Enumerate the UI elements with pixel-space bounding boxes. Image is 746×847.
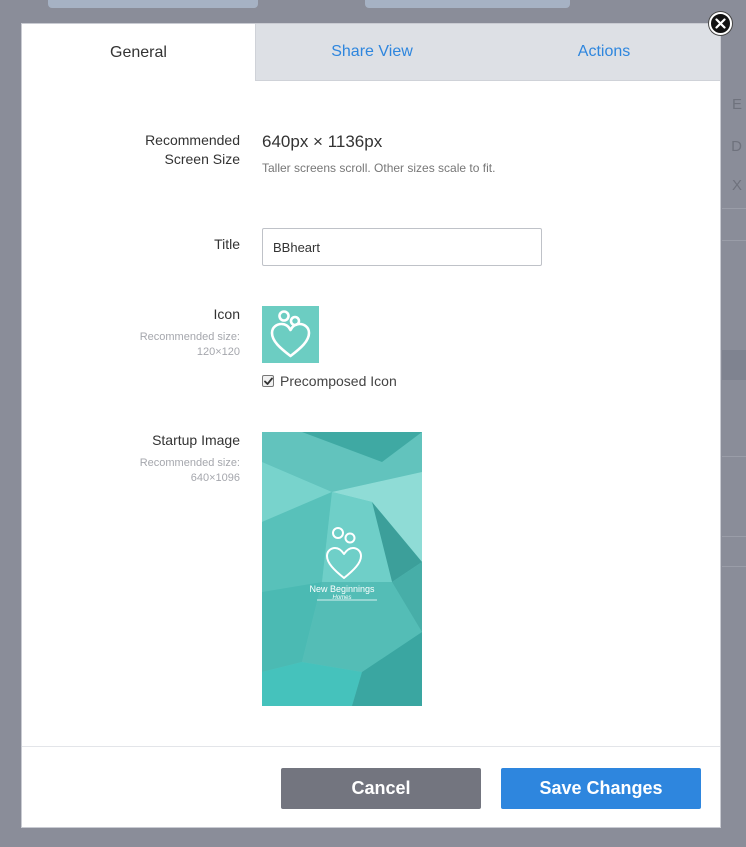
bg-row-highlight bbox=[722, 350, 746, 380]
title-label: Title bbox=[214, 236, 240, 252]
save-changes-button[interactable]: Save Changes bbox=[501, 768, 701, 809]
bg-header-bar bbox=[365, 0, 570, 8]
checkmark-icon bbox=[263, 377, 273, 385]
tab-bar: General Share View Actions bbox=[22, 24, 720, 81]
bg-divider bbox=[722, 456, 746, 457]
startup-recommended-size: Recommended size: 640×1096 bbox=[139, 457, 240, 484]
cancel-button[interactable]: Cancel bbox=[281, 768, 481, 809]
bg-divider bbox=[722, 536, 746, 537]
icon-recommended-size: Recommended size: 120×120 bbox=[139, 331, 240, 358]
precomposed-label: Precomposed Icon bbox=[280, 373, 397, 389]
screen-size-label: Recommended Screen Size bbox=[145, 132, 240, 167]
startup-splash-image bbox=[262, 432, 422, 706]
precomposed-checkbox[interactable] bbox=[262, 375, 274, 387]
precomposed-icon-option[interactable]: Precomposed Icon bbox=[262, 373, 397, 389]
icon-label: Icon bbox=[213, 306, 240, 322]
bg-side-letter: D bbox=[731, 138, 742, 155]
screen-size-value: 640px × 1136px bbox=[262, 132, 383, 151]
bg-header-bar bbox=[48, 0, 258, 8]
startup-image-preview[interactable]: New Beginnings Homes bbox=[262, 432, 422, 706]
title-input[interactable] bbox=[262, 228, 542, 266]
bg-divider bbox=[722, 566, 746, 567]
close-button[interactable] bbox=[709, 12, 732, 35]
startup-brand-sub: Homes bbox=[332, 595, 352, 601]
tab-general[interactable]: General bbox=[22, 24, 255, 81]
screen-size-hint: Taller screens scroll. Other sizes scale… bbox=[262, 161, 496, 175]
tab-share-view[interactable]: Share View bbox=[255, 24, 488, 81]
bg-divider bbox=[722, 240, 746, 241]
close-icon bbox=[715, 18, 726, 29]
tab-actions[interactable]: Actions bbox=[488, 24, 720, 81]
bg-side-letter: X bbox=[731, 177, 742, 194]
startup-image-label: Startup Image bbox=[152, 432, 240, 448]
heart-bubbles-logo-icon bbox=[270, 310, 311, 358]
startup-brand-name: New Beginnings bbox=[309, 584, 375, 594]
footer-divider bbox=[22, 746, 720, 747]
bg-side-letter: E bbox=[731, 96, 742, 113]
settings-dialog: General Share View Actions Recommended S… bbox=[21, 23, 721, 828]
bg-divider bbox=[722, 208, 746, 209]
app-icon-preview[interactable] bbox=[262, 306, 319, 363]
